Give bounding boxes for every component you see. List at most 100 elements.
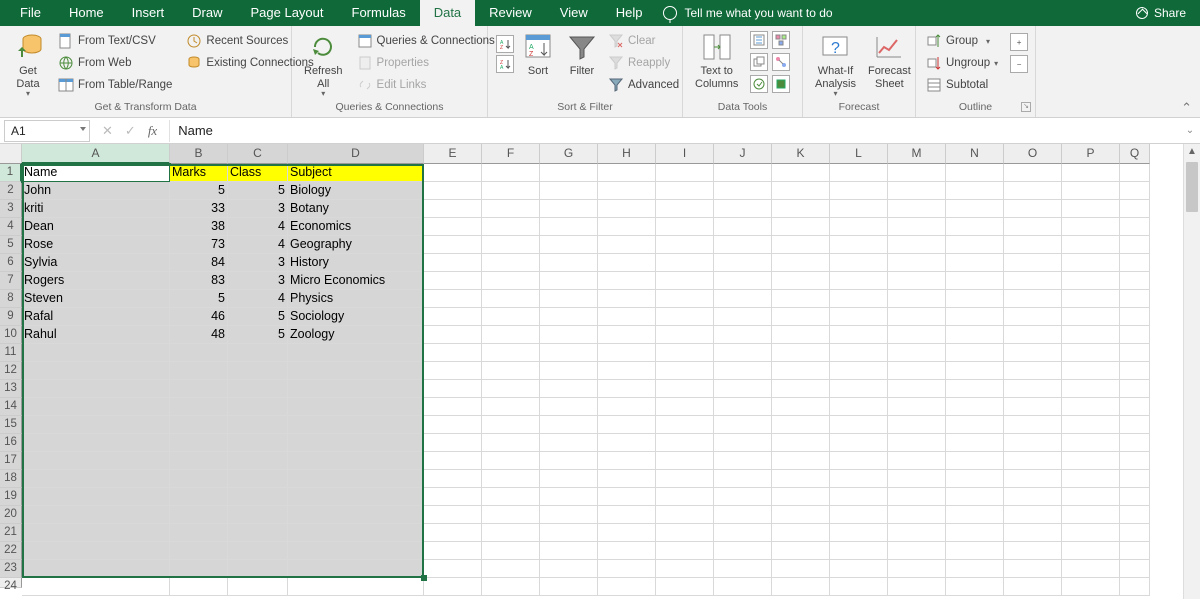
cell-P21[interactable] [1062, 524, 1120, 542]
cell-N15[interactable] [946, 416, 1004, 434]
cell-H16[interactable] [598, 434, 656, 452]
cell-D14[interactable] [288, 398, 424, 416]
cell-D11[interactable] [288, 344, 424, 362]
cell-C2[interactable]: 5 [228, 182, 288, 200]
cell-A7[interactable]: Rogers [22, 272, 170, 290]
cell-P16[interactable] [1062, 434, 1120, 452]
cell-D1[interactable]: Subject [288, 164, 424, 182]
cell-Q22[interactable] [1120, 542, 1150, 560]
cell-N11[interactable] [946, 344, 1004, 362]
cell-G19[interactable] [540, 488, 598, 506]
cell-C4[interactable]: 4 [228, 218, 288, 236]
cell-L1[interactable] [830, 164, 888, 182]
cell-G14[interactable] [540, 398, 598, 416]
row-header-9[interactable]: 9 [0, 308, 22, 326]
cell-B21[interactable] [170, 524, 228, 542]
cell-A10[interactable]: Rahul [22, 326, 170, 344]
cell-N23[interactable] [946, 560, 1004, 578]
cell-N12[interactable] [946, 362, 1004, 380]
cell-M13[interactable] [888, 380, 946, 398]
cell-Q12[interactable] [1120, 362, 1150, 380]
cell-F18[interactable] [482, 470, 540, 488]
cell-J12[interactable] [714, 362, 772, 380]
cell-P18[interactable] [1062, 470, 1120, 488]
cell-H2[interactable] [598, 182, 656, 200]
data-validation-button[interactable] [750, 75, 768, 93]
cell-J16[interactable] [714, 434, 772, 452]
cell-B5[interactable]: 73 [170, 236, 228, 254]
get-data-button[interactable]: Get Data ▾ [6, 29, 50, 101]
name-box[interactable]: A1 [4, 120, 90, 142]
cell-Q1[interactable] [1120, 164, 1150, 182]
group-button[interactable]: Group▾ [926, 31, 998, 51]
column-header-L[interactable]: L [830, 144, 888, 164]
menu-tab-view[interactable]: View [546, 0, 602, 26]
row-header-11[interactable]: 11 [0, 344, 22, 362]
cell-K20[interactable] [772, 506, 830, 524]
scroll-up-button[interactable]: ▲ [1184, 144, 1200, 161]
cell-I17[interactable] [656, 452, 714, 470]
cell-M4[interactable] [888, 218, 946, 236]
cell-E19[interactable] [424, 488, 482, 506]
ungroup-button[interactable]: Ungroup▾ [926, 53, 998, 73]
cell-J8[interactable] [714, 290, 772, 308]
cell-P3[interactable] [1062, 200, 1120, 218]
relationships-button[interactable] [772, 53, 790, 71]
cell-O16[interactable] [1004, 434, 1062, 452]
cell-B2[interactable]: 5 [170, 182, 228, 200]
cell-C12[interactable] [228, 362, 288, 380]
cell-F14[interactable] [482, 398, 540, 416]
cell-O24[interactable] [1004, 578, 1062, 596]
cell-P9[interactable] [1062, 308, 1120, 326]
row-header-6[interactable]: 6 [0, 254, 22, 272]
cell-E24[interactable] [424, 578, 482, 596]
cell-N7[interactable] [946, 272, 1004, 290]
from-table-range-button[interactable]: From Table/Range [58, 75, 172, 95]
cell-P19[interactable] [1062, 488, 1120, 506]
cell-D3[interactable]: Botany [288, 200, 424, 218]
cell-O14[interactable] [1004, 398, 1062, 416]
cell-I23[interactable] [656, 560, 714, 578]
cell-D18[interactable] [288, 470, 424, 488]
cell-F9[interactable] [482, 308, 540, 326]
cell-Q23[interactable] [1120, 560, 1150, 578]
cell-G22[interactable] [540, 542, 598, 560]
cell-L5[interactable] [830, 236, 888, 254]
cell-I6[interactable] [656, 254, 714, 272]
cell-D6[interactable]: History [288, 254, 424, 272]
row-header-23[interactable]: 23 [0, 560, 22, 578]
cell-I5[interactable] [656, 236, 714, 254]
row-header-24[interactable]: 24 [0, 578, 22, 588]
select-all-button[interactable] [0, 144, 22, 164]
cell-E16[interactable] [424, 434, 482, 452]
column-header-Q[interactable]: Q [1120, 144, 1150, 164]
cell-A6[interactable]: Sylvia [22, 254, 170, 272]
cell-N22[interactable] [946, 542, 1004, 560]
cell-P1[interactable] [1062, 164, 1120, 182]
cell-I18[interactable] [656, 470, 714, 488]
row-header-10[interactable]: 10 [0, 326, 22, 344]
cell-H17[interactable] [598, 452, 656, 470]
cell-F16[interactable] [482, 434, 540, 452]
cell-O21[interactable] [1004, 524, 1062, 542]
cell-L11[interactable] [830, 344, 888, 362]
data-model-button[interactable] [772, 75, 790, 93]
cell-B24[interactable] [170, 578, 228, 596]
cell-K19[interactable] [772, 488, 830, 506]
cell-I11[interactable] [656, 344, 714, 362]
cell-J13[interactable] [714, 380, 772, 398]
cell-N6[interactable] [946, 254, 1004, 272]
menu-tab-page-layout[interactable]: Page Layout [237, 0, 338, 26]
cell-P12[interactable] [1062, 362, 1120, 380]
cell-K24[interactable] [772, 578, 830, 596]
cell-D10[interactable]: Zoology [288, 326, 424, 344]
cell-L22[interactable] [830, 542, 888, 560]
row-header-1[interactable]: 1 [0, 164, 22, 182]
cell-K14[interactable] [772, 398, 830, 416]
cell-P20[interactable] [1062, 506, 1120, 524]
cell-O11[interactable] [1004, 344, 1062, 362]
cell-F4[interactable] [482, 218, 540, 236]
column-header-G[interactable]: G [540, 144, 598, 164]
cell-J3[interactable] [714, 200, 772, 218]
cell-K8[interactable] [772, 290, 830, 308]
